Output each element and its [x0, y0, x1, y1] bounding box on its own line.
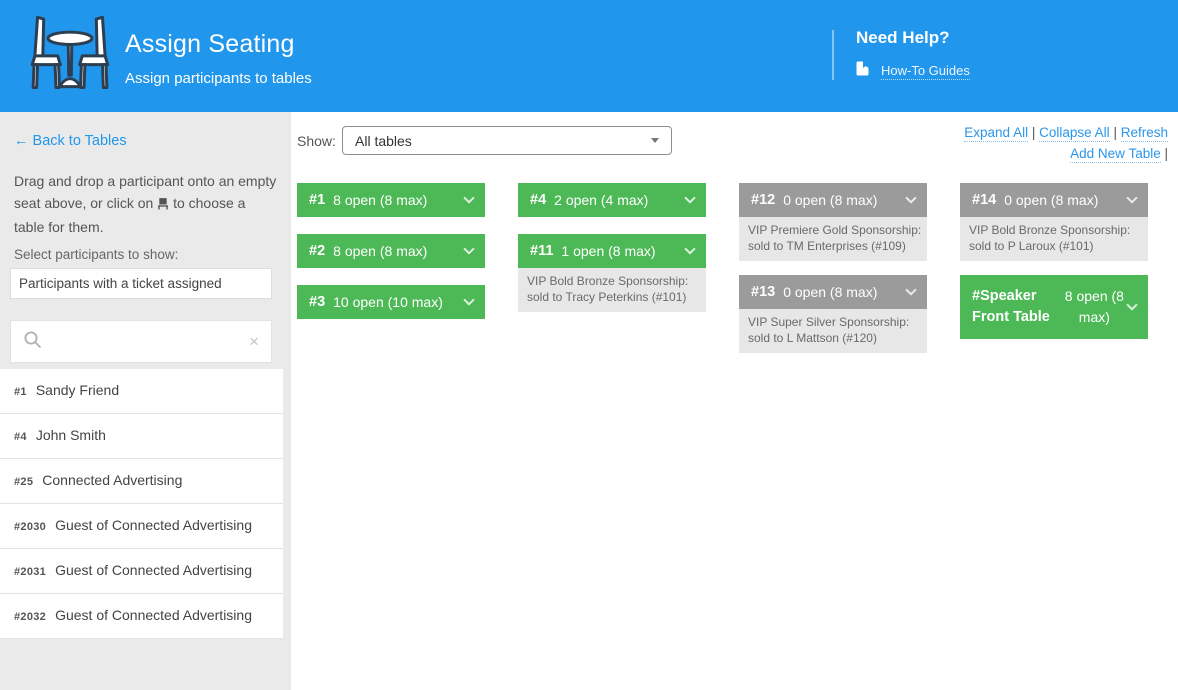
table-id: #2 [309, 243, 325, 259]
instructions-text: Drag and drop a participant onto an empt… [14, 170, 278, 238]
tables-grid: #1 8 open (8 max) #2 8 open (8 max) #3 1… [297, 183, 1148, 370]
chevron-down-icon [463, 294, 474, 305]
participant-search-box[interactable]: × [10, 320, 272, 363]
participant-row[interactable]: #2032 Guest of Connected Advertising [0, 594, 283, 639]
show-label: Show: [297, 133, 336, 149]
table-header[interactable]: #4 2 open (4 max) [518, 183, 706, 217]
search-input[interactable] [52, 334, 249, 350]
header-divider [832, 30, 834, 80]
table-id: #4 [530, 192, 546, 208]
participant-row[interactable]: #4 John Smith [0, 414, 283, 459]
table-card: #14 0 open (8 max) VIP Bold Bronze Spons… [960, 183, 1148, 261]
table-status: 8 open (8 max) [333, 243, 427, 259]
table-header[interactable]: #Speaker Front Table 8 open (8 max) [960, 275, 1148, 339]
chevron-down-icon [1126, 192, 1137, 203]
table-card: #3 10 open (10 max) [297, 285, 485, 319]
table-status: 10 open (10 max) [333, 294, 443, 310]
need-help-title: Need Help? [856, 28, 970, 48]
page-title: Assign Seating [125, 30, 312, 59]
participant-name: Connected Advertising [42, 472, 182, 488]
participant-row[interactable]: #25 Connected Advertising [0, 459, 283, 504]
table-actions: Expand All | Collapse All | Refresh Add … [964, 122, 1168, 164]
clear-search-icon[interactable]: × [249, 333, 259, 350]
participant-row[interactable]: #2030 Guest of Connected Advertising [0, 504, 283, 549]
participant-number: #4 [14, 431, 27, 443]
table-id: #13 [751, 284, 775, 300]
table-status: 1 open (8 max) [561, 243, 655, 259]
filter-selected-value: Participants with a ticket assigned [19, 276, 222, 291]
chevron-down-icon [684, 243, 695, 254]
expand-all-link[interactable]: Expand All [964, 125, 1028, 142]
table-card: #11 1 open (8 max) VIP Bold Bronze Spons… [518, 234, 706, 312]
sponsorship-note: VIP Bold Bronze Sponsorship: sold to Tra… [518, 268, 706, 312]
table-header[interactable]: #13 0 open (8 max) [739, 275, 927, 309]
sponsorship-note: VIP Premiere Gold Sponsorship: sold to T… [739, 217, 927, 261]
participant-name: Guest of Connected Advertising [55, 607, 252, 623]
participant-number: #2031 [14, 566, 46, 578]
how-to-guides-link[interactable]: How-To Guides [881, 63, 970, 80]
participant-number: #2030 [14, 521, 46, 533]
table-id: #Speaker Front Table [972, 286, 1053, 328]
table-header[interactable]: #11 1 open (8 max) [518, 234, 706, 268]
table-status: 8 open (8 max) [333, 192, 427, 208]
refresh-link[interactable]: Refresh [1121, 125, 1168, 142]
table-header[interactable]: #12 0 open (8 max) [739, 183, 927, 217]
table-card: #1 8 open (8 max) [297, 183, 485, 217]
participant-name: Guest of Connected Advertising [55, 562, 252, 578]
table-id: #11 [530, 243, 553, 259]
show-tables-select[interactable]: All tables [342, 126, 672, 155]
sidebar: ← Back to Tables Drag and drop a partici… [0, 112, 291, 690]
seat-icon [157, 194, 169, 216]
chevron-down-icon [1126, 299, 1137, 310]
table-id: #12 [751, 192, 775, 208]
table-card: #4 2 open (4 max) [518, 183, 706, 217]
participant-name: John Smith [36, 427, 106, 443]
participant-number: #1 [14, 386, 27, 398]
back-to-tables-link[interactable]: ← Back to Tables [14, 133, 127, 149]
participant-name: Guest of Connected Advertising [55, 517, 252, 533]
table-status: 0 open (8 max) [783, 192, 877, 208]
table-status: 8 open (8 max) [1061, 286, 1128, 328]
participant-name: Sandy Friend [36, 382, 119, 398]
table-header[interactable]: #3 10 open (10 max) [297, 285, 485, 319]
table-card: #2 8 open (8 max) [297, 234, 485, 268]
participant-row[interactable]: #2031 Guest of Connected Advertising [0, 549, 283, 594]
chevron-down-icon [905, 192, 916, 203]
participant-list: #1 Sandy Friend #4 John Smith #25 Connected… [0, 369, 283, 639]
table-id: #3 [309, 294, 325, 310]
chevron-down-icon [684, 192, 695, 203]
page-subtitle: Assign participants to tables [125, 70, 312, 87]
participant-number: #2032 [14, 611, 46, 623]
table-id: #14 [972, 192, 996, 208]
table-header[interactable]: #2 8 open (8 max) [297, 234, 485, 268]
sponsorship-note: VIP Bold Bronze Sponsorship: sold to P L… [960, 217, 1148, 261]
sponsorship-note: VIP Super Silver Sponsorship: sold to L … [739, 309, 927, 353]
table-card: #12 0 open (8 max) VIP Premiere Gold Spo… [739, 183, 927, 261]
filter-label: Select participants to show: [14, 247, 178, 262]
show-selected-value: All tables [355, 133, 412, 149]
table-id: #1 [309, 192, 325, 208]
add-new-table-link[interactable]: Add New Table [1070, 146, 1161, 163]
table-status: 2 open (4 max) [554, 192, 648, 208]
chevron-down-icon [905, 284, 916, 295]
table-card: #13 0 open (8 max) VIP Super Silver Spon… [739, 275, 927, 353]
app-header: Assign Seating Assign participants to ta… [0, 0, 1178, 112]
search-icon [23, 330, 42, 354]
table-status: 0 open (8 max) [783, 284, 877, 300]
table-header[interactable]: #14 0 open (8 max) [960, 183, 1148, 217]
participant-row[interactable]: #1 Sandy Friend [0, 369, 283, 414]
table-status: 0 open (8 max) [1004, 192, 1098, 208]
table-card: #Speaker Front Table 8 open (8 max) [960, 275, 1148, 339]
chevron-down-icon [463, 243, 474, 254]
participant-number: #25 [14, 476, 33, 488]
book-icon [856, 61, 869, 81]
table-chairs-icon [26, 12, 114, 103]
main-content: Show: All tables Expand All | Collapse A… [291, 112, 1178, 690]
table-header[interactable]: #1 8 open (8 max) [297, 183, 485, 217]
collapse-all-link[interactable]: Collapse All [1039, 125, 1110, 142]
participant-filter-select[interactable]: Participants with a ticket assigned [10, 268, 272, 299]
chevron-down-icon [651, 138, 659, 143]
back-arrow-icon: ← [14, 133, 29, 149]
chevron-down-icon [463, 192, 474, 203]
